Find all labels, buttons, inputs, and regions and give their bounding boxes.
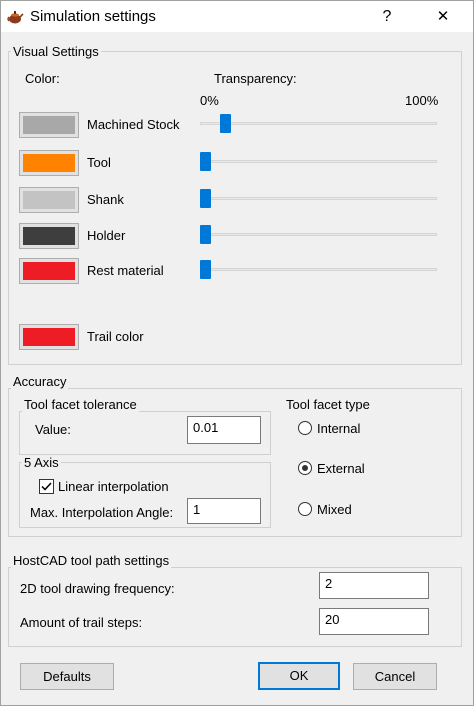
machined-stock-transparency-slider[interactable]	[200, 122, 437, 125]
close-button[interactable]: ✕	[421, 5, 465, 29]
tool-color-button[interactable]	[19, 150, 79, 176]
tool-facet-tolerance-legend: Tool facet tolerance	[22, 397, 139, 412]
tool-facet-type-legend: Tool facet type	[286, 397, 370, 412]
tool-color-swatch	[23, 154, 75, 172]
teapot-icon	[7, 11, 24, 24]
machined-stock-label: Machined Stock	[87, 117, 180, 132]
holder-color-swatch	[23, 227, 75, 245]
shank-color-button[interactable]	[19, 187, 79, 213]
drawing-frequency-label: 2D tool drawing frequency:	[20, 581, 175, 596]
shank-transparency-thumb[interactable]	[200, 189, 211, 208]
external-radio-label: External	[317, 461, 365, 476]
trail-steps-input[interactable]: 20	[319, 608, 429, 635]
color-header: Color:	[25, 71, 60, 86]
tool-label: Tool	[87, 155, 111, 170]
trail-color-swatch	[23, 328, 75, 346]
mixed-radio-label: Mixed	[317, 502, 352, 517]
drawing-frequency-input[interactable]: 2	[319, 572, 429, 599]
machined-stock-transparency-thumb[interactable]	[220, 114, 231, 133]
shank-label: Shank	[87, 192, 124, 207]
accuracy-legend: Accuracy	[11, 374, 69, 389]
transparency-min-label: 0%	[200, 93, 219, 108]
radio-selected-dot	[302, 465, 308, 471]
shank-transparency-slider[interactable]	[200, 197, 437, 200]
mixed-radio[interactable]	[298, 502, 312, 516]
tool-transparency-thumb[interactable]	[200, 152, 211, 171]
visual-settings-legend: Visual Settings	[11, 44, 101, 59]
cancel-button[interactable]: Cancel	[353, 663, 437, 690]
linear-interpolation-label: Linear interpolation	[58, 479, 169, 494]
ok-button[interactable]: OK	[258, 662, 340, 690]
five-axis-legend: 5 Axis	[22, 455, 61, 470]
transparency-max-label: 100%	[405, 93, 439, 108]
shank-color-swatch	[23, 191, 75, 209]
title-bar: Simulation settings ? ✕	[1, 1, 473, 32]
rest-material-color-swatch	[23, 262, 75, 280]
machined-stock-color-button[interactable]	[19, 112, 79, 138]
tool-transparency-slider[interactable]	[200, 160, 437, 163]
checkmark-icon	[41, 482, 52, 491]
rest-material-label: Rest material	[87, 263, 164, 278]
rest-material-transparency-thumb[interactable]	[200, 260, 211, 279]
window-title: Simulation settings	[30, 8, 156, 25]
holder-transparency-slider[interactable]	[200, 233, 437, 236]
internal-radio[interactable]	[298, 421, 312, 435]
rest-material-transparency-slider[interactable]	[200, 268, 437, 271]
hostcad-legend: HostCAD tool path settings	[11, 553, 172, 568]
holder-color-button[interactable]	[19, 223, 79, 249]
trail-color-label: Trail color	[87, 329, 144, 344]
trail-color-button[interactable]	[19, 324, 79, 350]
holder-label: Holder	[87, 228, 126, 243]
linear-interpolation-checkbox[interactable]	[39, 479, 54, 494]
help-button[interactable]: ?	[365, 5, 409, 29]
max-interpolation-angle-input[interactable]: 1	[187, 498, 261, 524]
transparency-header: Transparency:	[214, 71, 297, 86]
holder-transparency-thumb[interactable]	[200, 225, 211, 244]
external-radio[interactable]	[298, 461, 312, 475]
internal-radio-label: Internal	[317, 421, 361, 436]
machined-stock-color-swatch	[23, 116, 75, 134]
tolerance-value-input[interactable]: 0.01	[187, 416, 261, 444]
max-interpolation-angle-label: Max. Interpolation Angle:	[30, 505, 174, 520]
trail-steps-label: Amount of trail steps:	[20, 615, 143, 630]
tolerance-value-label: Value:	[35, 422, 71, 437]
simulation-settings-dialog: Simulation settings ? ✕ Visual Settings …	[0, 0, 474, 706]
rest-material-color-button[interactable]	[19, 258, 79, 284]
defaults-button[interactable]: Defaults	[20, 663, 114, 690]
